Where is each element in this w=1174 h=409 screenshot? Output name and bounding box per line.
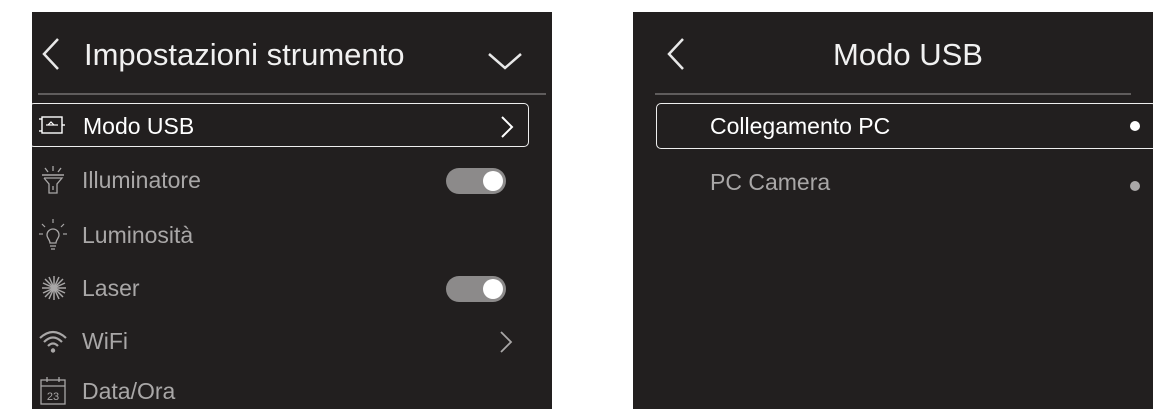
settings-item-label: Laser <box>82 275 140 301</box>
usb-icon <box>39 116 65 134</box>
settings-item-label: Luminosità <box>82 222 194 248</box>
unselected-indicator-dot <box>1130 181 1140 191</box>
page-title: Modo USB <box>833 37 983 72</box>
settings-item-wifi[interactable]: WiFi <box>32 319 552 363</box>
laser-toggle[interactable] <box>446 276 506 302</box>
toggle-knob <box>483 279 503 299</box>
toggle-knob <box>483 171 503 191</box>
selected-indicator-dot <box>1130 121 1140 131</box>
settings-item-brightness[interactable]: Luminosità <box>32 213 552 257</box>
illuminator-toggle[interactable] <box>446 168 506 194</box>
usb-option-label: PC Camera <box>710 169 831 195</box>
lightbulb-icon <box>39 219 67 250</box>
settings-header: Impostazioni strumento <box>32 12 552 94</box>
chevron-right-icon <box>501 116 514 138</box>
settings-item-label: Data/Ora <box>82 378 176 404</box>
header-divider <box>38 93 546 95</box>
back-arrow-icon[interactable] <box>40 36 62 72</box>
usb-option-pc-camera[interactable]: PC Camera <box>656 160 1153 204</box>
usb-mode-header: Modo USB <box>633 12 1153 94</box>
chevron-down-icon[interactable] <box>486 50 524 72</box>
usb-option-label: Collegamento PC <box>710 113 891 139</box>
laser-icon <box>42 276 66 300</box>
settings-item-label: Illuminatore <box>82 167 201 193</box>
settings-screen: Impostazioni strumento Modo USB Illumina… <box>32 12 552 409</box>
calendar-icon: 23 <box>40 377 66 405</box>
settings-item-usb-mode[interactable]: Modo USB <box>32 103 529 147</box>
flashlight-icon <box>42 166 64 194</box>
settings-item-illuminator[interactable]: Illuminatore <box>32 158 552 202</box>
usb-option-pc-connection[interactable]: Collegamento PC <box>656 103 1153 149</box>
calendar-day: 23 <box>47 391 59 403</box>
settings-item-laser[interactable]: Laser <box>32 266 552 310</box>
chevron-right-icon <box>500 331 513 353</box>
usb-mode-screen: Modo USB Collegamento PC PC Camera <box>633 12 1153 409</box>
page-title: Impostazioni strumento <box>84 37 405 72</box>
settings-item-label: Modo USB <box>83 113 195 139</box>
wifi-icon <box>39 330 67 353</box>
header-divider <box>655 93 1131 95</box>
settings-item-date-time[interactable]: 23 Data/Ora <box>32 369 552 409</box>
settings-item-label: WiFi <box>82 328 128 354</box>
